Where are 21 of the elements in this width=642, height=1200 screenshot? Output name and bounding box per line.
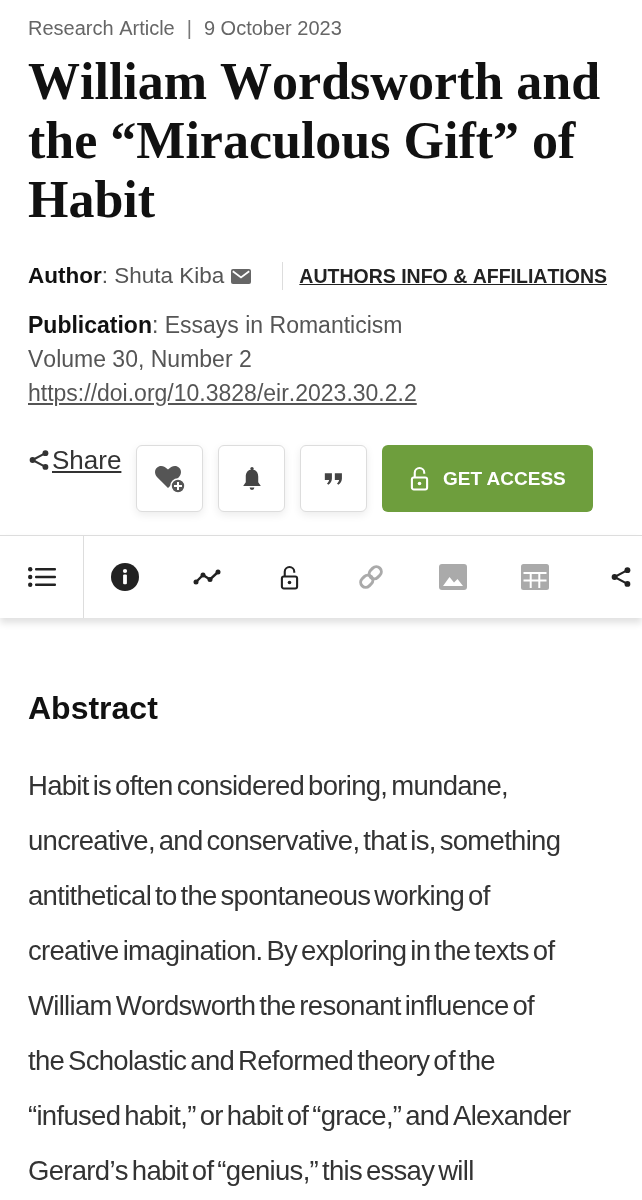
mail-icon — [231, 268, 252, 284]
authors-info-link[interactable]: AUTHORS INFO & AFFILIATIONS — [299, 264, 607, 288]
lock-icon — [409, 466, 429, 491]
abstract-text: Habit is often considered boring, mundane, uncreative, and conservative, that is, something antithetical to the spontaneous working of creative imagination. By exploring in the texts of William Wordsworth the resonant influence of the Scholastic and Reformed theory of the “infused habit,” or habit of “grace,” and Alexander Gerard’s habit of “genius,” this essay will — [28, 769, 572, 1188]
article-type: Research Article — [28, 16, 175, 41]
article-title: William Wordsworth and the “Miraculous Gift” of Habit — [28, 52, 602, 229]
quote-icon — [323, 471, 344, 486]
favorite-button[interactable] — [136, 445, 204, 512]
separator: | — [186, 16, 192, 41]
cite-button[interactable] — [300, 445, 368, 512]
author-line: Author: Shuta Kiba — [28, 263, 225, 289]
share-link[interactable]: Share — [28, 445, 122, 475]
share-icon — [28, 449, 50, 471]
issue-text: Volume 30, Number 2 — [28, 345, 253, 374]
publish-date: 9 October 2023 — [203, 16, 342, 41]
bell-icon — [240, 465, 263, 492]
abstract-heading: Abstract — [28, 689, 159, 728]
publication-line: Publication: Essays in Romanticism — [28, 311, 404, 340]
doi-link[interactable]: https://doi.org/10.3828/eir.2023.30.2.2 — [28, 380, 417, 406]
heart-plus-icon — [153, 463, 186, 494]
alert-button[interactable] — [218, 445, 286, 512]
